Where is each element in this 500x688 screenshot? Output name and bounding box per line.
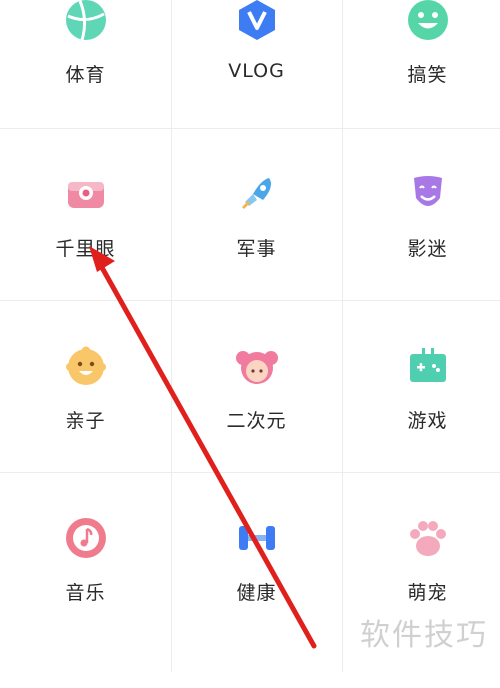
paw-icon bbox=[409, 521, 446, 556]
theater-mask-icon bbox=[413, 176, 442, 206]
category-label: 二次元 bbox=[226, 410, 287, 432]
laughing-face-icon bbox=[407, 0, 448, 40]
category-music[interactable]: 音乐 bbox=[0, 516, 171, 688]
watermark-text: 软件技巧 bbox=[360, 618, 488, 653]
category-games[interactable]: 游戏 bbox=[342, 344, 500, 516]
baby-face-icon bbox=[65, 346, 106, 385]
category-military[interactable]: 军事 bbox=[171, 172, 342, 344]
camera-icon bbox=[67, 182, 104, 208]
category-label: 搞笑 bbox=[407, 64, 448, 86]
category-health[interactable]: 健康 bbox=[171, 516, 342, 688]
basketball-icon bbox=[65, 0, 106, 41]
category-label: 军事 bbox=[236, 238, 277, 260]
category-label: 健康 bbox=[236, 582, 277, 604]
category-label: 体育 bbox=[65, 64, 106, 86]
category-label: 千里眼 bbox=[55, 238, 116, 260]
category-label: VLOG bbox=[228, 60, 285, 82]
category-acg[interactable]: 二次元 bbox=[171, 344, 342, 516]
category-qianliyan[interactable]: 千里眼 bbox=[0, 172, 171, 344]
category-vlog[interactable]: VLOG bbox=[171, 0, 342, 170]
category-label: 影迷 bbox=[407, 238, 448, 260]
category-parenting[interactable]: 亲子 bbox=[0, 344, 171, 516]
category-label: 亲子 bbox=[65, 410, 106, 432]
category-funny[interactable]: 搞笑 bbox=[342, 0, 500, 170]
category-label: 音乐 bbox=[65, 582, 106, 604]
category-grid: 体育 VLOG 搞笑 千里眼 军事 影迷 亲子 二次元 游戏 音乐 健康 萌宠 bbox=[0, 0, 500, 672]
category-sports[interactable]: 体育 bbox=[0, 0, 171, 170]
dumbbell-icon bbox=[238, 526, 275, 550]
category-label: 萌宠 bbox=[407, 582, 448, 604]
category-pets[interactable]: 萌宠 bbox=[342, 516, 500, 688]
game-console-icon bbox=[409, 348, 446, 382]
category-label: 游戏 bbox=[407, 410, 448, 432]
category-film-fans[interactable]: 影迷 bbox=[342, 172, 500, 344]
music-note-icon bbox=[65, 518, 106, 558]
anime-girl-icon bbox=[235, 351, 278, 384]
vlog-icon bbox=[238, 0, 275, 40]
rocket-icon bbox=[241, 178, 271, 210]
